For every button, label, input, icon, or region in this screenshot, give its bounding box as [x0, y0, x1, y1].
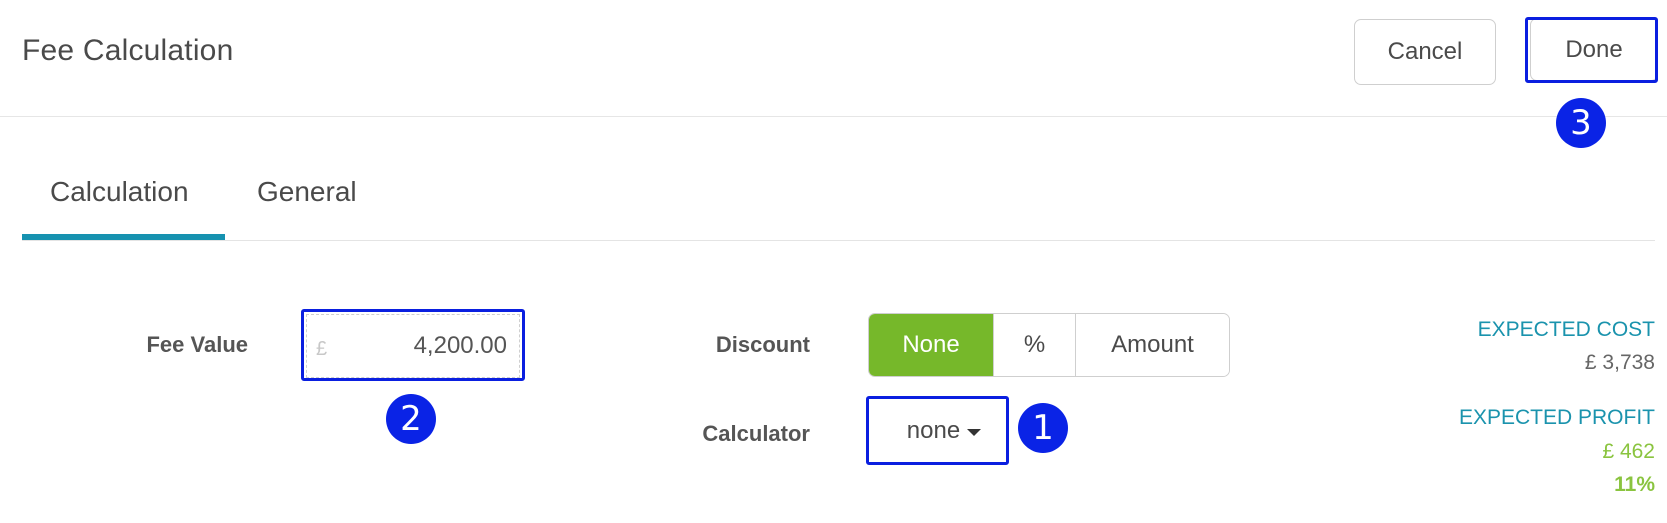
fee-value-label: Fee Value	[146, 332, 248, 357]
cancel-button[interactable]: Cancel	[1354, 19, 1496, 85]
tab-bar: Calculation General	[22, 160, 1655, 241]
discount-amount-button[interactable]: Amount	[1075, 314, 1229, 376]
caret-down-icon	[967, 428, 982, 436]
calculator-label: Calculator	[702, 421, 810, 446]
fee-value-input[interactable]: £ 4,200.00	[306, 314, 520, 378]
calculator-dropdown[interactable]: none	[875, 400, 1013, 462]
annotation-badge-1: 1	[1018, 403, 1068, 453]
expected-profit-value: £ 462	[1602, 440, 1655, 463]
discount-segmented-control: None % Amount	[868, 313, 1230, 377]
tab-general[interactable]: General	[257, 176, 357, 208]
discount-percent-button[interactable]: %	[993, 314, 1075, 376]
expected-cost-label: EXPECTED COST	[1477, 318, 1655, 341]
dialog-header: Fee Calculation Cancel Done	[0, 0, 1667, 117]
currency-symbol: £	[316, 338, 328, 360]
expected-cost-value: £ 3,738	[1584, 351, 1655, 374]
expected-profit-label: EXPECTED PROFIT	[1458, 406, 1655, 429]
tab-calculation[interactable]: Calculation	[50, 176, 189, 208]
discount-none-button[interactable]: None	[869, 314, 993, 376]
calculator-value: none	[906, 417, 961, 444]
done-button[interactable]: Done	[1530, 18, 1658, 81]
fee-calculation-dialog: Fee Calculation Cancel Done Calculation …	[0, 0, 1667, 523]
active-tab-indicator	[22, 234, 225, 240]
page-title: Fee Calculation	[22, 34, 234, 67]
expected-profit-percent: 11%	[1614, 473, 1655, 496]
annotation-badge-2: 2	[386, 394, 436, 444]
fee-value-text: 4,200.00	[413, 332, 507, 359]
discount-label: Discount	[715, 332, 810, 357]
annotation-badge-3: 3	[1556, 98, 1606, 148]
